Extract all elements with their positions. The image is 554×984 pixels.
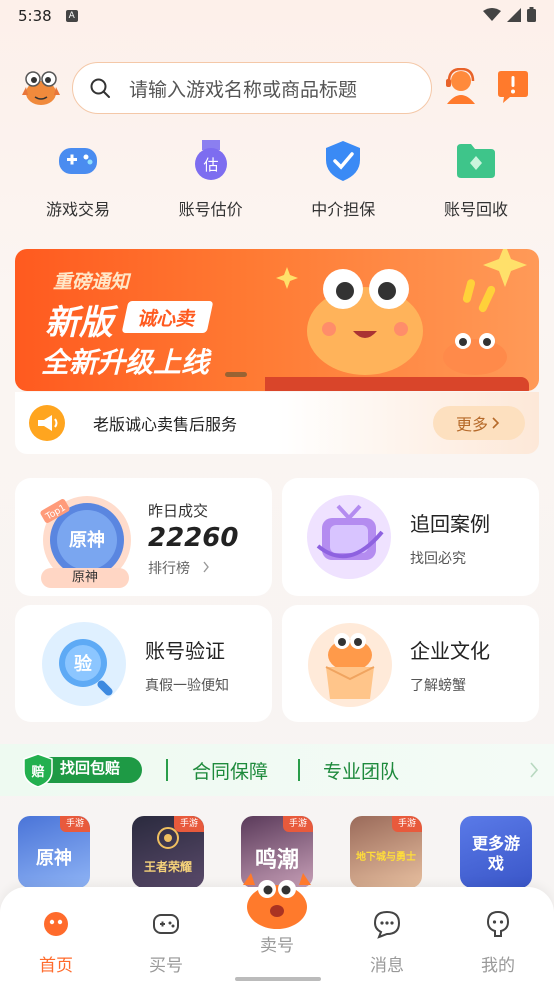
banner-title: 新版 bbox=[45, 303, 113, 343]
banner-pagination bbox=[225, 372, 247, 377]
top-row: 请输入游戏名称或商品标题 bbox=[18, 62, 536, 114]
game-tag: 手游 bbox=[60, 816, 90, 832]
sell-crab-mascot-icon bbox=[243, 873, 311, 929]
quick-nav-label: 账号估价 bbox=[178, 200, 243, 219]
banner-badge-label: 诚心卖 bbox=[136, 307, 199, 330]
tab-label: 消息 bbox=[370, 956, 404, 976]
chat-bubble-icon bbox=[373, 910, 401, 939]
honor-of-kings-emblem-icon bbox=[157, 827, 179, 849]
game-tag: 手游 bbox=[283, 816, 313, 832]
game-name-label: 原神 bbox=[41, 568, 129, 588]
quick-nav-label: 中介担保 bbox=[311, 200, 376, 219]
notification-icon: A bbox=[65, 10, 78, 22]
banner-headline: 重磅通知 bbox=[53, 271, 130, 293]
guarantee-team: 专业团队 bbox=[323, 761, 400, 783]
notification-alert-icon[interactable] bbox=[496, 70, 530, 104]
verify-icon-text: 验 bbox=[74, 653, 93, 675]
culture-title: 企业文化 bbox=[410, 639, 490, 663]
quick-nav-label: 游戏交易 bbox=[45, 200, 110, 219]
divider bbox=[298, 759, 300, 781]
battery-icon bbox=[527, 7, 536, 22]
gamepad-icon bbox=[59, 148, 97, 174]
status-icons bbox=[483, 7, 536, 22]
chevron-right-icon bbox=[203, 561, 209, 573]
search-placeholder: 请输入游戏名称或商品标题 bbox=[129, 78, 358, 101]
ranking-value: 22260 bbox=[148, 523, 239, 553]
bottom-tab-bar: 首页 买号 卖号 消息 我的 bbox=[0, 873, 554, 984]
svg-text:估: 估 bbox=[203, 156, 218, 174]
divider bbox=[166, 759, 168, 781]
account-verify-card[interactable]: 验 账号验证 真假一验便知 bbox=[15, 605, 272, 722]
more-games-label: 更多游戏 bbox=[471, 834, 520, 873]
status-time: 5:38 bbox=[18, 7, 52, 25]
quick-nav-recycle[interactable]: 账号回收 bbox=[426, 138, 526, 220]
guarantee-contract: 合同保障 bbox=[192, 761, 269, 783]
game-tile-dnf[interactable]: 手游 地下城与勇士 bbox=[350, 816, 422, 888]
genshin-logo-text: 原神 bbox=[69, 529, 105, 551]
notice-bar[interactable]: 老版诚心卖售后服务 更多 bbox=[15, 392, 539, 454]
search-icon bbox=[90, 78, 110, 98]
recover-cases-card[interactable]: 追回案例 找回必究 bbox=[282, 478, 539, 596]
notice-text: 老版诚心卖售后服务 bbox=[93, 415, 238, 434]
quick-nav-game-trade[interactable]: 游戏交易 bbox=[28, 138, 128, 220]
banner-badge: 诚心卖 bbox=[121, 301, 214, 333]
quick-nav: 游戏交易 估 账号估价 中介担保 账号回收 bbox=[28, 138, 526, 220]
tab-buy[interactable]: 买号 bbox=[131, 909, 201, 976]
tab-label: 卖号 bbox=[260, 936, 294, 956]
game-tile-honor-of-kings[interactable]: 手游 王者荣耀 bbox=[132, 816, 204, 888]
home-crab-icon bbox=[44, 912, 68, 936]
home-indicator bbox=[235, 977, 321, 981]
guarantee-badge-label: 找回包赔 bbox=[60, 759, 121, 777]
culture-subtitle: 了解螃蟹 bbox=[410, 678, 466, 694]
game-tag: 手游 bbox=[392, 816, 422, 832]
tab-mine[interactable]: 我的 bbox=[463, 909, 533, 976]
customer-service-icon[interactable] bbox=[444, 68, 478, 104]
tab-message[interactable]: 消息 bbox=[352, 909, 422, 976]
quick-nav-escrow[interactable]: 中介担保 bbox=[293, 138, 393, 220]
ranking-link[interactable]: 排行榜 bbox=[148, 558, 190, 578]
shield-check-icon bbox=[326, 141, 361, 181]
ranking-card[interactable]: 原神 Top1 原神 昨日成交 22260 排行榜 bbox=[15, 478, 272, 596]
user-profile-icon bbox=[486, 910, 510, 937]
search-input[interactable]: 请输入游戏名称或商品标题 bbox=[72, 62, 432, 114]
gamepad-outline-icon bbox=[153, 914, 179, 934]
more-button-label: 更多 bbox=[455, 415, 488, 434]
recover-title: 追回案例 bbox=[410, 512, 490, 536]
verify-magnifier-icon: 验 bbox=[42, 622, 126, 706]
recycle-folder-icon bbox=[456, 144, 495, 178]
megaphone-icon bbox=[29, 405, 65, 441]
recover-tv-icon bbox=[307, 495, 391, 579]
crab-mascot-icon[interactable] bbox=[18, 65, 64, 111]
promo-banner[interactable]: 重磅通知 新版 诚心卖 全新升级上线 bbox=[15, 249, 539, 391]
company-culture-card[interactable]: 企业文化 了解螃蟹 bbox=[282, 605, 539, 722]
status-bar: 5:38 A bbox=[0, 0, 554, 32]
chevron-right-icon bbox=[492, 417, 500, 429]
tab-home[interactable]: 首页 bbox=[21, 909, 91, 976]
recover-subtitle: 找回必究 bbox=[410, 551, 466, 567]
quick-nav-label: 账号回收 bbox=[443, 200, 508, 219]
game-tile-more[interactable]: 更多游戏 bbox=[460, 816, 532, 888]
verify-title: 账号验证 bbox=[145, 639, 225, 663]
game-name: 地下城与勇士 bbox=[356, 852, 416, 863]
quick-nav-valuation[interactable]: 估 账号估价 bbox=[161, 138, 261, 220]
chevron-right-icon bbox=[530, 762, 539, 778]
ranking-title: 昨日成交 bbox=[148, 502, 209, 520]
more-button[interactable]: 更多 bbox=[433, 406, 525, 440]
banner-subtitle: 全新升级上线 bbox=[41, 346, 210, 379]
guarantee-bar[interactable]: 赔 找回包赔 合同保障 专业团队 bbox=[0, 744, 554, 796]
verify-subtitle: 真假一验便知 bbox=[145, 678, 229, 694]
guarantee-badge-icon: 赔 bbox=[30, 764, 44, 780]
game-tile-genshin[interactable]: 手游 原神 bbox=[18, 816, 90, 888]
crab-mascot-illustration bbox=[265, 249, 529, 391]
game-name: 原神 bbox=[36, 848, 72, 869]
tab-label: 买号 bbox=[149, 956, 183, 976]
tab-label: 我的 bbox=[481, 956, 515, 976]
wifi-icon bbox=[483, 7, 501, 21]
crab-box-icon bbox=[308, 623, 392, 707]
signal-icon bbox=[507, 7, 521, 22]
tab-sell[interactable]: 卖号 bbox=[242, 869, 312, 956]
tab-label: 首页 bbox=[39, 956, 73, 976]
game-name: 王者荣耀 bbox=[143, 860, 192, 874]
valuation-badge-icon: 估 bbox=[194, 140, 227, 180]
